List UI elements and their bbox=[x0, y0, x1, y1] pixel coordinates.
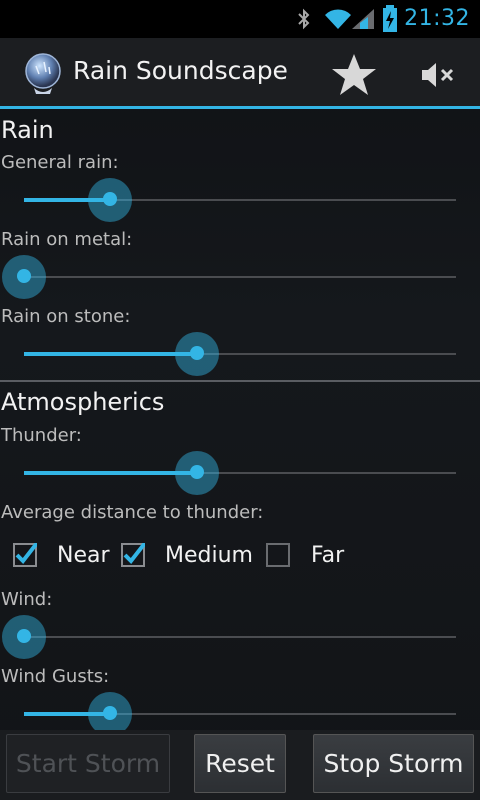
slider-thumb[interactable] bbox=[17, 269, 31, 283]
slider-thumb[interactable] bbox=[189, 465, 204, 479]
general-rain-label: General rain: bbox=[1, 152, 119, 173]
near-checkbox[interactable] bbox=[13, 543, 37, 567]
section-divider bbox=[0, 380, 480, 382]
app-logo-icon bbox=[25, 53, 61, 94]
slider-fill bbox=[24, 471, 197, 475]
start-storm-button[interactable]: Start Storm bbox=[6, 734, 170, 793]
near-checkbox-label[interactable]: Near bbox=[57, 543, 110, 568]
star-icon bbox=[332, 54, 376, 95]
app-title: Rain Soundscape bbox=[73, 56, 288, 85]
thunder-slider[interactable] bbox=[24, 451, 456, 495]
rain-on-metal-label: Rain on metal: bbox=[1, 229, 133, 250]
wind-gusts-slider[interactable] bbox=[24, 692, 456, 736]
reset-button[interactable]: Reset bbox=[194, 734, 286, 793]
section-title-rain: Rain bbox=[1, 116, 54, 144]
wind-gusts-label: Wind Gusts: bbox=[1, 666, 110, 687]
bluetooth-icon bbox=[298, 8, 310, 30]
slider-thumb[interactable] bbox=[189, 346, 204, 360]
rain-on-stone-slider[interactable] bbox=[24, 332, 456, 376]
battery-charging-icon bbox=[383, 5, 397, 32]
wind-label: Wind: bbox=[1, 589, 53, 610]
favorite-button[interactable] bbox=[330, 52, 378, 98]
mute-button[interactable] bbox=[416, 58, 460, 92]
wifi-icon bbox=[325, 9, 351, 29]
thunder-distance-label: Average distance to thunder: bbox=[1, 502, 264, 523]
action-bar-accent-line bbox=[0, 106, 480, 109]
screen: 21:32 Rain Soundscape Rain General rain: bbox=[0, 0, 480, 800]
mute-icon bbox=[422, 63, 454, 87]
signal-icon bbox=[352, 9, 374, 29]
slider-fill bbox=[24, 352, 197, 356]
slider-thumb[interactable] bbox=[17, 629, 31, 643]
wind-slider[interactable] bbox=[2, 615, 456, 659]
status-bar: 21:32 bbox=[0, 0, 480, 38]
far-checkbox-label[interactable]: Far bbox=[311, 543, 344, 568]
section-title-atmospherics: Atmospherics bbox=[1, 388, 165, 416]
far-checkbox[interactable] bbox=[266, 543, 290, 567]
medium-checkbox[interactable] bbox=[121, 543, 145, 567]
thunder-label: Thunder: bbox=[1, 425, 82, 446]
status-time: 21:32 bbox=[404, 6, 470, 31]
general-rain-slider[interactable] bbox=[24, 178, 456, 222]
rain-on-stone-label: Rain on stone: bbox=[1, 306, 131, 327]
stop-storm-button[interactable]: Stop Storm bbox=[313, 734, 474, 793]
medium-checkbox-label[interactable]: Medium bbox=[165, 543, 253, 568]
rain-on-metal-slider[interactable] bbox=[2, 255, 456, 299]
